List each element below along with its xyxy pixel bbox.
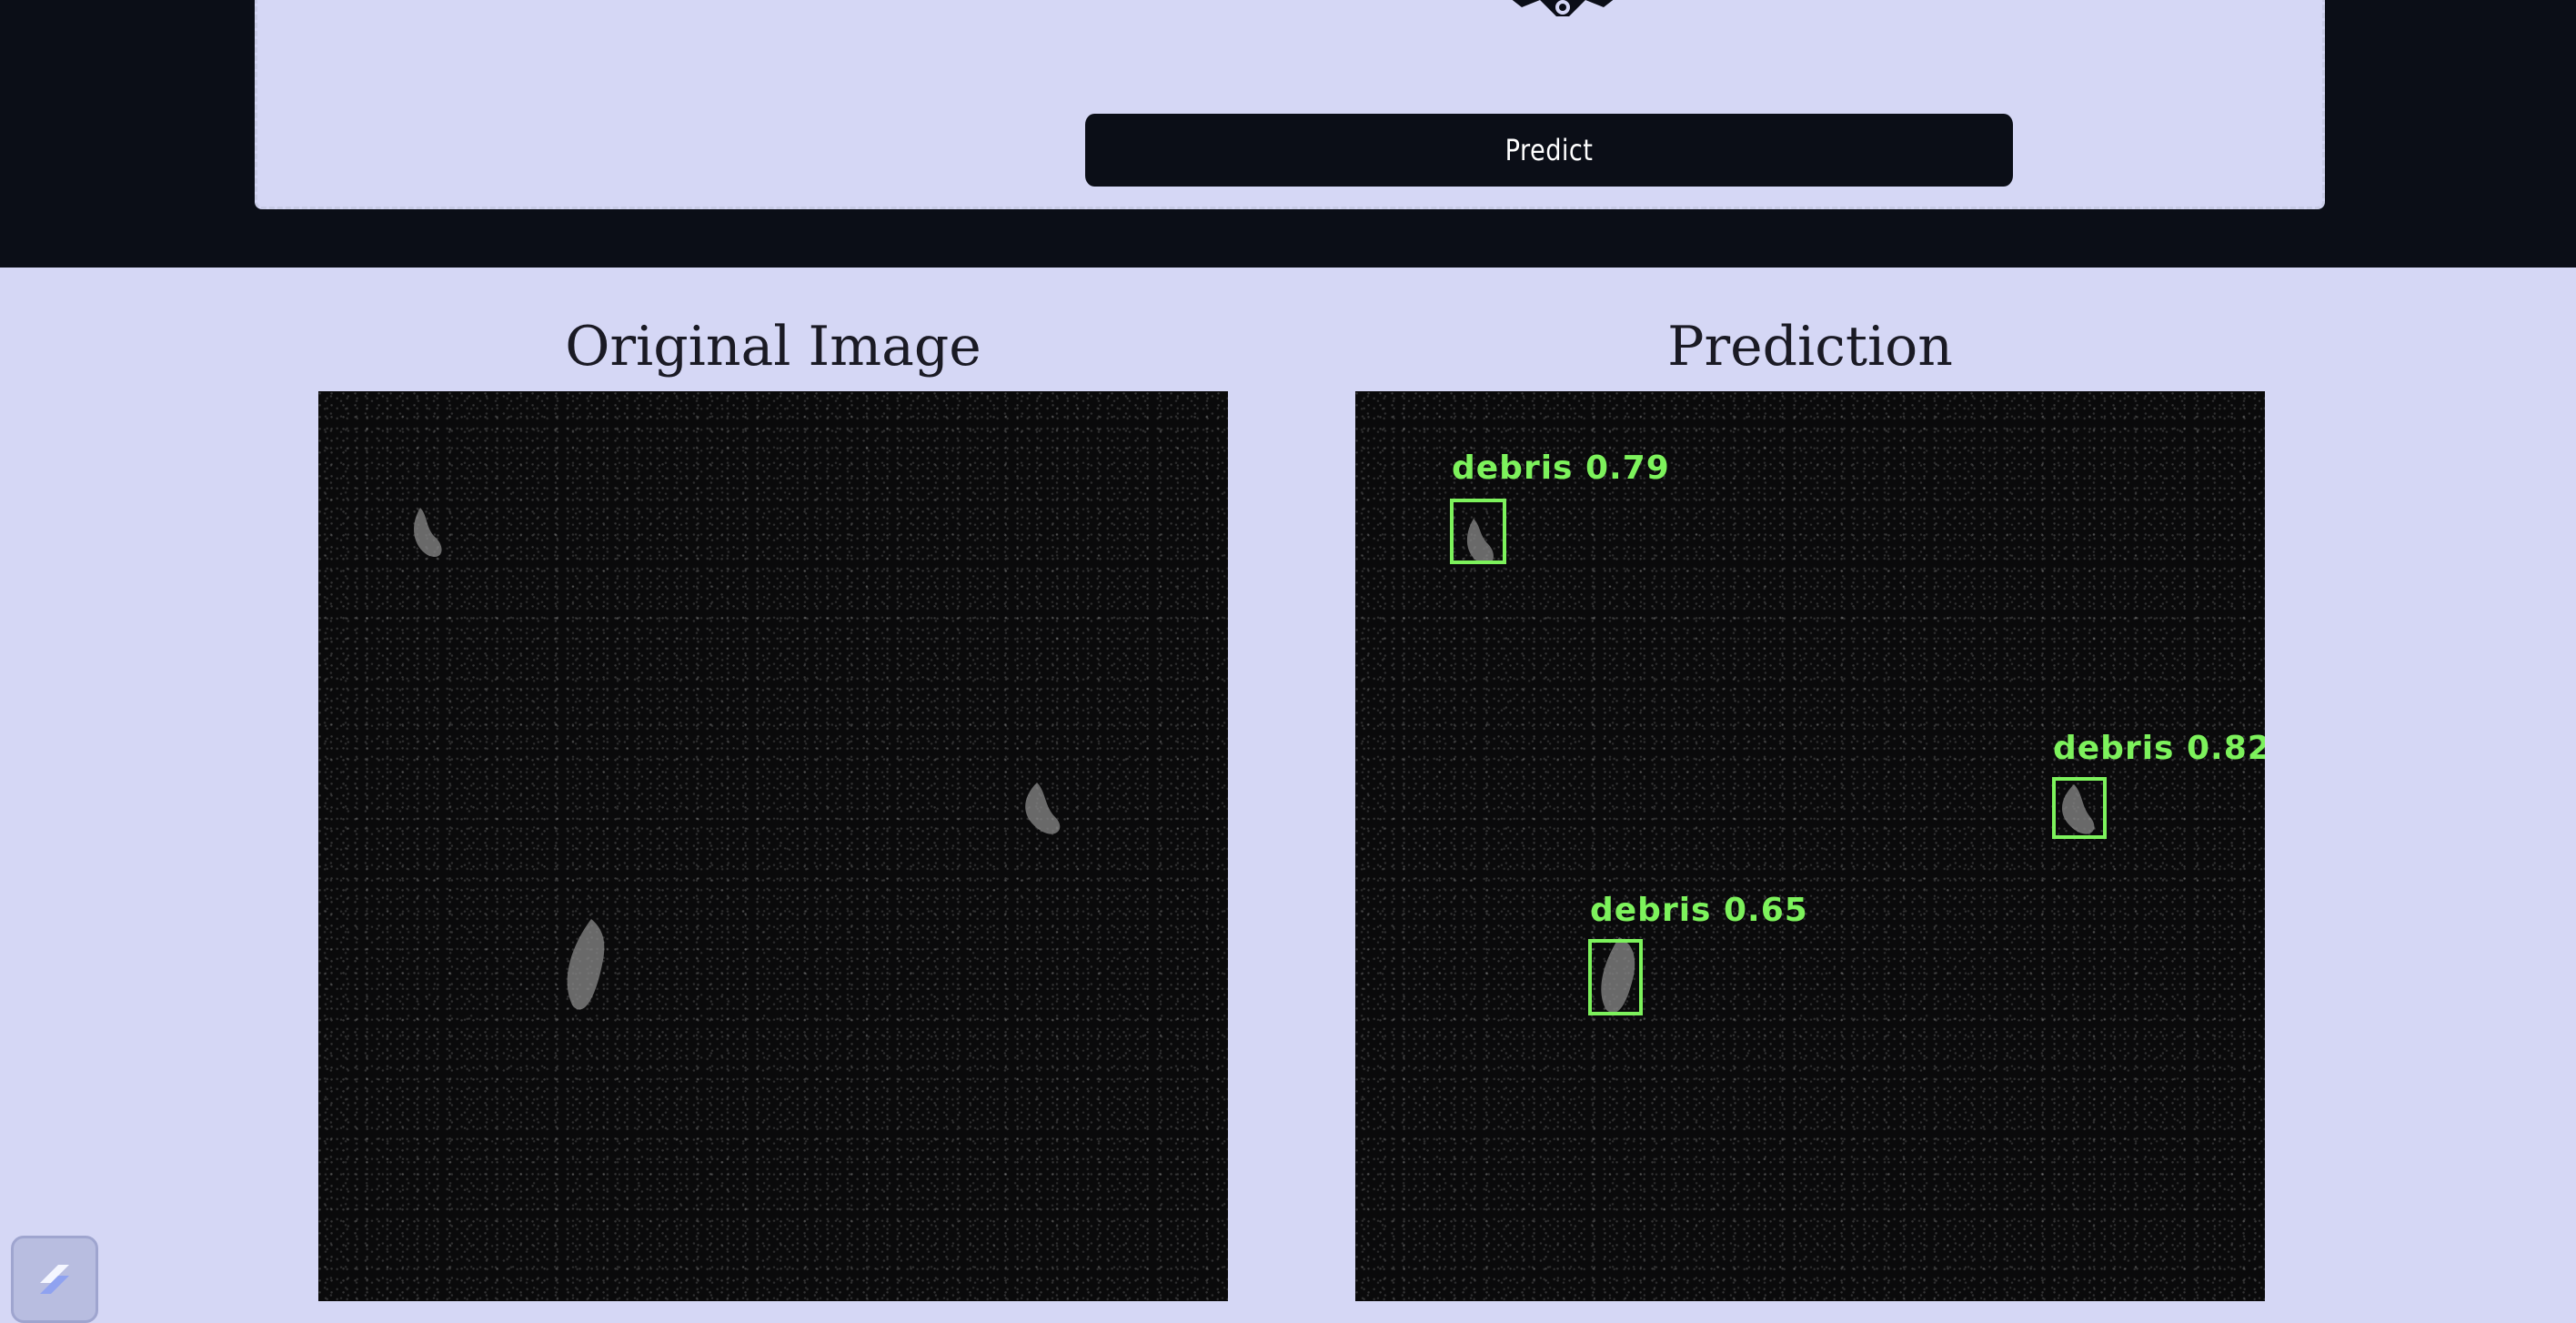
upload-panel: Predict — [255, 0, 2325, 209]
app-logo-button[interactable] — [11, 1236, 98, 1323]
original-image-debris — [414, 508, 1061, 1010]
detection-label: debris 0.79 — [1452, 449, 1670, 487]
detection-label: debris 0.82 — [2053, 730, 2265, 767]
prediction-title: Prediction — [1667, 315, 1953, 379]
upload-badge-icon — [1512, 0, 1614, 16]
prediction-image: debris 0.79 debris 0.82 debris 0.65 — [1355, 391, 2265, 1301]
app-logo-icon — [40, 1265, 69, 1294]
detection-box — [2052, 777, 2107, 839]
original-image-title: Original Image — [565, 315, 981, 379]
predict-button[interactable]: Predict — [1085, 114, 2013, 187]
detection-label: debris 0.65 — [1590, 892, 1808, 929]
detection-box — [1588, 939, 1643, 1015]
detection-box — [1450, 499, 1506, 564]
original-image — [318, 391, 1228, 1301]
